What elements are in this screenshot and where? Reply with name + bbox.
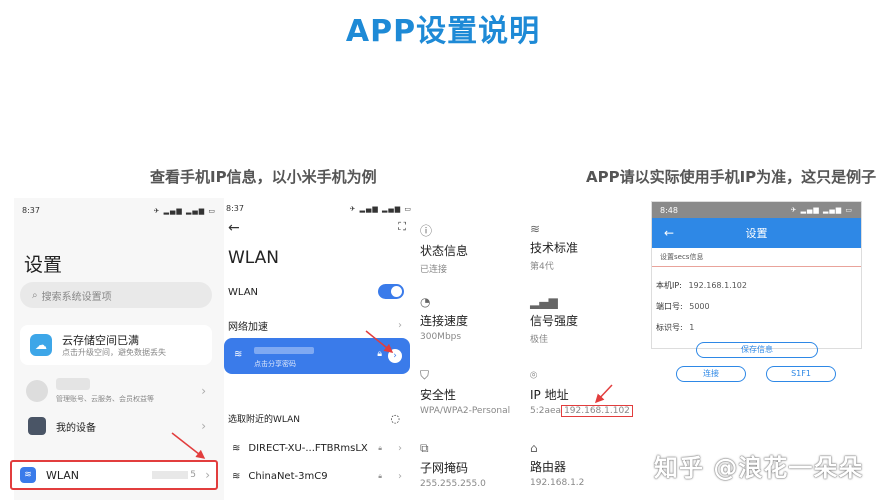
watermark: 知乎 @浪花一朵朵: [654, 454, 864, 482]
arrow-to-ip: [594, 384, 613, 404]
annotation-arrows: [171, 330, 613, 459]
arrow-to-wlan: [171, 432, 206, 459]
arrow-to-network: [365, 330, 394, 353]
